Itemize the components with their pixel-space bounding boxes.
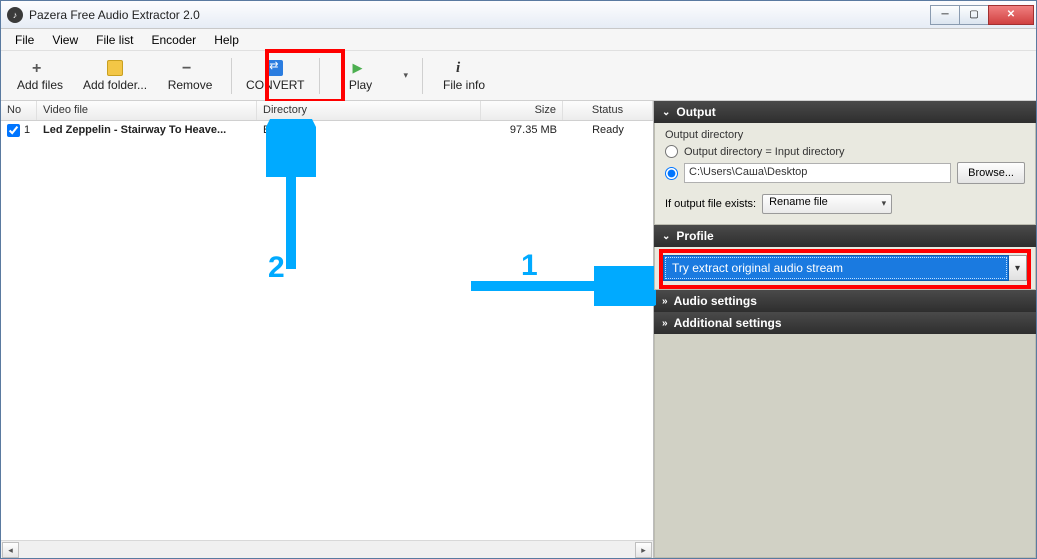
row-filename: Led Zeppelin - Stairway To Heave... bbox=[37, 124, 257, 136]
chevron-right-icon: » bbox=[662, 318, 668, 329]
horizontal-scrollbar[interactable]: ◂ ▸ bbox=[1, 540, 653, 558]
toolbar-separator bbox=[319, 58, 320, 94]
col-size[interactable]: Size bbox=[481, 101, 563, 120]
col-status[interactable]: Status bbox=[563, 101, 653, 120]
menu-view[interactable]: View bbox=[44, 31, 86, 49]
remove-button[interactable]: Remove bbox=[155, 54, 225, 98]
convert-label: CONVERT bbox=[246, 78, 304, 92]
minus-icon bbox=[182, 60, 198, 76]
output-directory-label: Output directory bbox=[665, 129, 1025, 141]
add-files-label: Add files bbox=[17, 78, 63, 92]
toolbar-separator bbox=[231, 58, 232, 94]
menu-help[interactable]: Help bbox=[206, 31, 247, 49]
folder-plus-icon bbox=[107, 60, 123, 76]
col-directory[interactable]: Directory bbox=[257, 101, 481, 120]
column-headers: No Video file Directory Size Status bbox=[1, 101, 653, 121]
if-exists-select[interactable]: Rename file bbox=[762, 194, 892, 214]
menu-encoder[interactable]: Encoder bbox=[143, 31, 204, 49]
col-no[interactable]: No bbox=[1, 101, 37, 120]
profile-header[interactable]: ⌄ Profile bbox=[654, 225, 1036, 247]
output-path-input[interactable]: C:\Users\Саша\Desktop bbox=[684, 163, 951, 183]
menu-file[interactable]: File bbox=[7, 31, 42, 49]
chevron-down-icon: ▾ bbox=[404, 70, 409, 81]
outdir-same-radio[interactable] bbox=[665, 145, 678, 158]
file-info-label: File info bbox=[443, 78, 485, 92]
menu-filelist[interactable]: File list bbox=[88, 31, 141, 49]
close-button[interactable]: ✕ bbox=[988, 5, 1034, 25]
profile-panel: Try extract original audio stream ▾ bbox=[654, 247, 1036, 290]
additional-settings-label: Additional settings bbox=[674, 316, 782, 330]
profile-value: Try extract original audio stream bbox=[663, 255, 1009, 281]
empty-panel-area bbox=[654, 334, 1036, 558]
row-checkbox[interactable] bbox=[7, 124, 20, 137]
settings-pane: ⌄ Output Output directory Output directo… bbox=[654, 101, 1036, 558]
chevron-right-icon: » bbox=[662, 296, 668, 307]
app-window: ♪ Pazera Free Audio Extractor 2.0 ─ ▢ ✕ … bbox=[0, 0, 1037, 559]
body: No Video file Directory Size Status 1 Le… bbox=[1, 101, 1036, 558]
browse-button[interactable]: Browse... bbox=[957, 162, 1025, 184]
toolbar-separator bbox=[422, 58, 423, 94]
convert-icon bbox=[267, 60, 283, 76]
file-rows: 1 Led Zeppelin - Stairway To Heave... E:… bbox=[1, 121, 653, 540]
outdir-same-label: Output directory = Input directory bbox=[684, 146, 845, 158]
info-icon bbox=[456, 60, 472, 76]
outdir-same-option[interactable]: Output directory = Input directory bbox=[665, 145, 1025, 158]
toolbar: Add files Add folder... Remove CONVERT P… bbox=[1, 51, 1036, 101]
chevron-down-icon: ⌄ bbox=[662, 107, 670, 118]
output-header-label: Output bbox=[676, 105, 715, 119]
file-list-pane: No Video file Directory Size Status 1 Le… bbox=[1, 101, 654, 558]
if-exists-value: Rename file bbox=[769, 196, 828, 208]
window-title: Pazera Free Audio Extractor 2.0 bbox=[29, 8, 931, 22]
app-icon: ♪ bbox=[7, 7, 23, 23]
additional-settings-header[interactable]: » Additional settings bbox=[654, 312, 1036, 334]
row-status: Ready bbox=[563, 124, 653, 136]
scroll-right-button[interactable]: ▸ bbox=[635, 542, 652, 558]
audio-settings-header[interactable]: » Audio settings bbox=[654, 290, 1036, 312]
add-files-button[interactable]: Add files bbox=[5, 54, 75, 98]
output-panel: Output directory Output directory = Inpu… bbox=[654, 123, 1036, 225]
play-label: Play bbox=[349, 78, 372, 92]
minimize-button[interactable]: ─ bbox=[930, 5, 960, 25]
col-video[interactable]: Video file bbox=[37, 101, 257, 120]
add-folder-label: Add folder... bbox=[83, 78, 147, 92]
file-info-button[interactable]: File info bbox=[429, 54, 499, 98]
outdir-custom-radio[interactable] bbox=[665, 167, 678, 180]
profile-select[interactable]: Try extract original audio stream ▾ bbox=[663, 255, 1027, 281]
play-icon bbox=[353, 60, 369, 76]
table-row[interactable]: 1 Led Zeppelin - Stairway To Heave... E:… bbox=[1, 121, 653, 139]
maximize-button[interactable]: ▢ bbox=[959, 5, 989, 25]
row-size: 97.35 MB bbox=[481, 124, 563, 136]
row-no: 1 bbox=[24, 124, 30, 136]
chevron-down-icon: ⌄ bbox=[662, 231, 670, 242]
window-buttons: ─ ▢ ✕ bbox=[931, 5, 1034, 25]
play-dropdown[interactable]: ▾ bbox=[396, 54, 417, 98]
audio-settings-label: Audio settings bbox=[674, 294, 757, 308]
remove-label: Remove bbox=[168, 78, 213, 92]
play-button[interactable]: Play bbox=[326, 54, 396, 98]
titlebar: ♪ Pazera Free Audio Extractor 2.0 ─ ▢ ✕ bbox=[1, 1, 1036, 29]
profile-header-label: Profile bbox=[676, 229, 713, 243]
row-directory: E:\ bbox=[257, 124, 481, 136]
scroll-left-button[interactable]: ◂ bbox=[2, 542, 19, 558]
menubar: File View File list Encoder Help bbox=[1, 29, 1036, 51]
profile-dropdown-button[interactable]: ▾ bbox=[1009, 255, 1027, 281]
plus-icon bbox=[32, 60, 48, 76]
convert-button[interactable]: CONVERT bbox=[238, 54, 312, 98]
if-exists-label: If output file exists: bbox=[665, 198, 756, 210]
output-header[interactable]: ⌄ Output bbox=[654, 101, 1036, 123]
add-folder-button[interactable]: Add folder... bbox=[75, 54, 155, 98]
